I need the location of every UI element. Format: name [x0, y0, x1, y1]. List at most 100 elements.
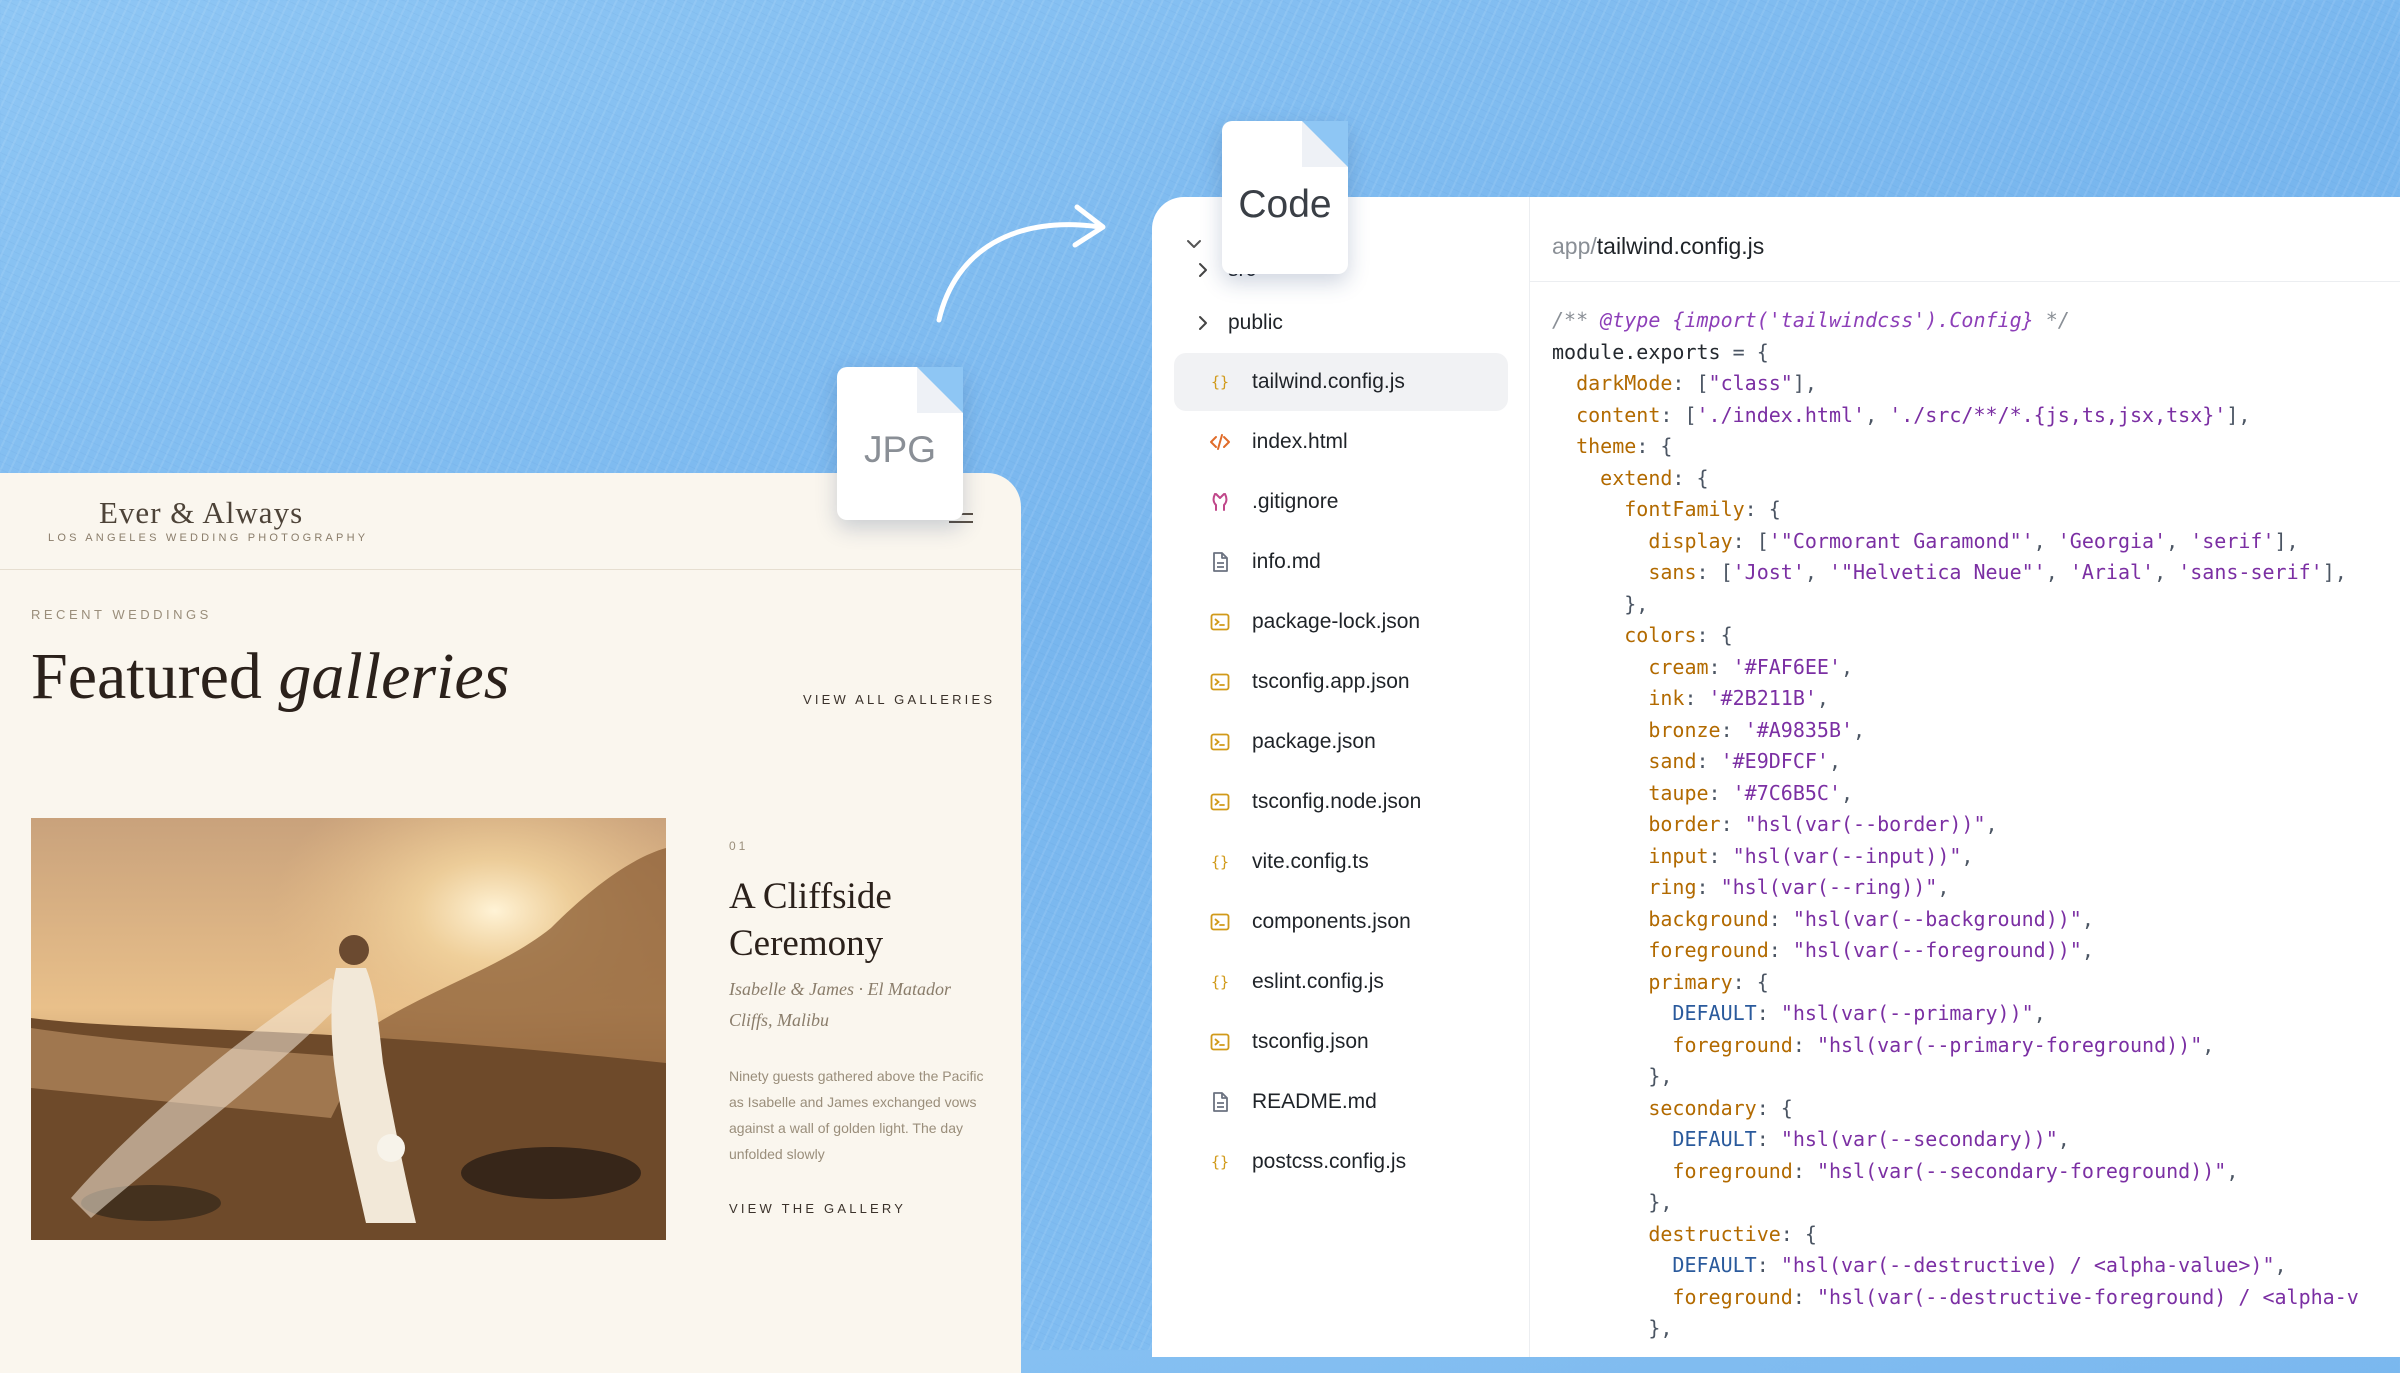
code-line: taupe: '#7C6B5C', — [1648, 780, 1854, 805]
breadcrumb-dir[interactable]: app — [1552, 233, 1590, 259]
file-tree-item[interactable]: index.html — [1174, 413, 1508, 471]
file-tree-item-label: tsconfig.json — [1252, 1030, 1369, 1053]
code-tag-icon — [1208, 430, 1232, 454]
title-italic: galleries — [278, 640, 510, 713]
file-tree-item[interactable]: README.md — [1174, 1073, 1508, 1131]
file-tree-item[interactable]: tsconfig.json — [1174, 1013, 1508, 1071]
git-icon — [1208, 490, 1232, 514]
brand-name[interactable]: Ever & Always — [99, 495, 303, 531]
code-label: Code — [1238, 183, 1332, 226]
page-fold-icon — [1302, 121, 1348, 167]
file-tree-item-label: components.json — [1252, 910, 1411, 933]
braces-icon: {} — [1208, 970, 1232, 994]
code-line: foreground: "hsl(var(--secondary-foregro… — [1672, 1158, 2239, 1183]
file-tree-item-label: .gitignore — [1252, 490, 1339, 513]
feature-number: 01 — [729, 839, 749, 853]
svg-text:{}: {} — [1211, 973, 1229, 991]
file-tree-item-label: info.md — [1252, 550, 1321, 573]
braces-icon: {} — [1208, 1150, 1232, 1174]
code-line: display: ['"Cormorant Garamond"', 'Georg… — [1648, 528, 2299, 553]
file-tree-item-label: README.md — [1252, 1090, 1377, 1113]
svg-text:{}: {} — [1211, 373, 1229, 391]
feature-subtitle: Isabelle & James · El Matador Cliffs, Ma… — [729, 979, 951, 1030]
code-line: sand: '#E9DFCF', — [1648, 749, 1842, 773]
document-icon — [1208, 1090, 1232, 1114]
file-tree-item[interactable]: {} tailwind.config.js — [1174, 353, 1508, 411]
file-tree-item[interactable]: info.md — [1174, 533, 1508, 591]
brand-tagline: LOS ANGELES WEDDING PHOTOGRAPHY — [48, 532, 369, 544]
wedding-photo[interactable] — [31, 818, 666, 1240]
svg-text:{}: {} — [1211, 1153, 1229, 1171]
svg-text:{}: {} — [1211, 853, 1229, 871]
view-all-galleries-link[interactable]: VIEW ALL GALLERIES — [803, 692, 995, 707]
code-line: fontFamily: { — [1624, 497, 1781, 521]
file-tree-item-label: tsconfig.node.json — [1252, 790, 1422, 813]
braces-icon: {} — [1208, 850, 1232, 874]
code-line: module.exports = { — [1552, 339, 1769, 364]
terminal-icon — [1208, 670, 1232, 694]
feature-title[interactable]: A Cliffside Ceremony — [729, 873, 989, 967]
code-line: border: "hsl(var(--border))", — [1648, 812, 1998, 836]
terminal-icon — [1208, 1030, 1232, 1054]
code-line: colors: { — [1624, 623, 1733, 647]
code-file-badge: Code — [1222, 121, 1348, 274]
braces-icon: {} — [1208, 370, 1232, 394]
code-line: }, — [1624, 591, 1649, 616]
file-tree-item-label: vite.config.ts — [1252, 850, 1369, 873]
code-line: primary: { — [1648, 969, 1769, 994]
code-line: extend: { — [1600, 465, 1709, 490]
section-label: RECENT WEDDINGS — [31, 607, 212, 622]
code-line: bronze: '#A9835B', — [1648, 717, 1866, 742]
code-line: ink: '#2B211B', — [1648, 686, 1829, 710]
document-icon — [1208, 550, 1232, 574]
code-line: DEFAULT: "hsl(var(--destructive) / <alph… — [1672, 1253, 2287, 1277]
file-tree-item[interactable]: public — [1174, 294, 1508, 352]
divider — [1530, 281, 2400, 282]
chevron-right-icon — [1194, 261, 1212, 279]
code-line: foreground: "hsl(var(--primary-foregroun… — [1672, 1032, 2215, 1057]
file-tree-item-label: tsconfig.app.json — [1252, 670, 1410, 693]
code-line: }, — [1648, 1190, 1673, 1214]
breadcrumb-file[interactable]: tailwind.config.js — [1597, 233, 1764, 259]
code-line: secondary: { — [1648, 1095, 1793, 1120]
file-tree-item[interactable]: components.json — [1174, 893, 1508, 951]
code-line: DEFAULT: "hsl(var(--secondary))", — [1672, 1127, 2070, 1151]
file-tree-item[interactable]: .gitignore — [1174, 473, 1508, 531]
file-tree-item[interactable]: package-lock.json — [1174, 593, 1508, 651]
file-tree-item[interactable]: {} vite.config.ts — [1174, 833, 1508, 891]
code-line: sans: ['Jost', '"Helvetica Neue"', 'Aria… — [1648, 560, 2347, 584]
file-tree-item-label: package.json — [1252, 730, 1376, 753]
code-line: content: ['./index.html', './src/**/*.{j… — [1576, 402, 2251, 427]
file-tree-item[interactable]: tsconfig.node.json — [1174, 773, 1508, 831]
file-tree-item[interactable]: tsconfig.app.json — [1174, 653, 1508, 711]
page-title: Featured galleries — [31, 639, 509, 715]
code-pane: app/tailwind.config.js /** @type {import… — [1530, 197, 2400, 1357]
file-tree: srcpublic{}tailwind.config.jsindex.html.… — [1152, 197, 1530, 1357]
terminal-icon — [1208, 910, 1232, 934]
title-plain: Featured — [31, 640, 279, 713]
file-tree-item[interactable]: {} postcss.config.js — [1174, 1133, 1508, 1191]
code-line: cream: '#FAF6EE', — [1648, 654, 1854, 679]
terminal-icon — [1208, 790, 1232, 814]
code-line: /** @type {import('tailwindcss').Config}… — [1552, 308, 2070, 332]
code-line: background: "hsl(var(--background))", — [1648, 906, 2094, 931]
chevron-right-icon — [1194, 314, 1212, 332]
file-tree-item-label: tailwind.config.js — [1252, 370, 1405, 393]
view-gallery-link[interactable]: VIEW THE GALLERY — [729, 1201, 906, 1216]
code-line: input: "hsl(var(--input))", — [1648, 843, 1974, 868]
terminal-icon — [1208, 730, 1232, 754]
code-line: destructive: { — [1648, 1221, 1817, 1246]
code-line: foreground: "hsl(var(--foreground))", — [1648, 938, 2094, 962]
file-tree-item[interactable]: {} eslint.config.js — [1174, 953, 1508, 1011]
file-tree-item-label: eslint.config.js — [1252, 970, 1384, 993]
jpg-file-badge: JPG — [837, 367, 963, 520]
code-line: }, — [1648, 1064, 1673, 1088]
curved-arrow-icon — [936, 204, 1106, 323]
file-tree-item-label: package-lock.json — [1252, 610, 1421, 633]
code-line: darkMode: ["class"], — [1576, 371, 1817, 395]
code-line: DEFAULT: "hsl(var(--primary))", — [1672, 1001, 2046, 1025]
code-content[interactable]: /** @type {import('tailwindcss').Config}… — [1552, 305, 2359, 1345]
terminal-icon — [1208, 610, 1232, 634]
file-tree-item[interactable]: package.json — [1174, 713, 1508, 771]
jpg-label: JPG — [864, 429, 936, 470]
